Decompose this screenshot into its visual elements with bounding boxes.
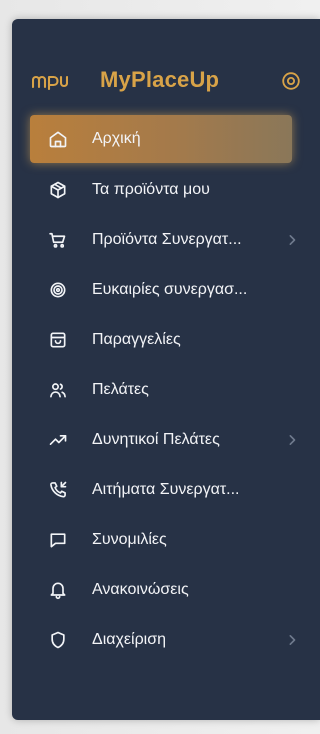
box-icon xyxy=(48,180,68,200)
orders-icon xyxy=(48,330,68,350)
chevron-right-icon[interactable] xyxy=(282,430,302,450)
sidebar-item-label: Συνομιλίες xyxy=(92,531,167,548)
sidebar-item-label: Πελάτες xyxy=(92,381,149,398)
sidebar-item-label: Τα προϊόντα μου xyxy=(92,181,210,198)
sidebar-item-leads[interactable]: Δυνητικοί Πελάτες xyxy=(12,415,320,465)
users-icon xyxy=(48,380,68,400)
phone-incoming-icon xyxy=(48,480,68,500)
bell-icon xyxy=(48,580,68,600)
sidebar-item-orders[interactable]: Παραγγελίες xyxy=(12,315,320,365)
sidebar-item-home[interactable]: Αρχική xyxy=(30,115,292,163)
sidebar-item-partnership-opportunities[interactable]: Ευκαιρίες συνεργασ... xyxy=(12,265,320,315)
shopping-cart-icon xyxy=(48,230,68,250)
sidebar-item-announcements[interactable]: Ανακοινώσεις xyxy=(12,565,320,615)
sidebar-item-partner-requests[interactable]: Αιτήματα Συνεργατ... xyxy=(12,465,320,515)
target-icon[interactable] xyxy=(280,70,302,92)
page: MyPlaceUp Αρχική Τα προϊόντα μου Προϊόντ… xyxy=(0,0,320,734)
sidebar: MyPlaceUp Αρχική Τα προϊόντα μου Προϊόντ… xyxy=(12,19,320,720)
target-icon xyxy=(48,280,68,300)
sidebar-item-partner-products[interactable]: Προϊόντα Συνεργατ... xyxy=(12,215,320,265)
brand-logo xyxy=(32,72,68,90)
shield-icon xyxy=(48,630,68,650)
trend-up-icon xyxy=(48,430,68,450)
chat-icon xyxy=(48,530,68,550)
chevron-right-icon[interactable] xyxy=(282,630,302,650)
sidebar-item-label: Δυνητικοί Πελάτες xyxy=(92,431,220,448)
chevron-right-icon[interactable] xyxy=(282,230,302,250)
sidebar-item-my-products[interactable]: Τα προϊόντα μου xyxy=(12,165,320,215)
sidebar-item-label: Διαχείριση xyxy=(92,631,167,648)
sidebar-item-label: Ευκαιρίες συνεργασ... xyxy=(92,281,248,298)
sidebar-item-label: Προϊόντα Συνεργατ... xyxy=(92,231,242,248)
sidebar-item-label: Παραγγελίες xyxy=(92,331,181,348)
sidebar-item-customers[interactable]: Πελάτες xyxy=(12,365,320,415)
sidebar-nav: Αρχική Τα προϊόντα μου Προϊόντα Συνεργατ… xyxy=(12,115,320,665)
sidebar-item-label: Ανακοινώσεις xyxy=(92,581,189,598)
sidebar-item-label: Αρχική xyxy=(92,130,141,147)
home-icon xyxy=(48,129,68,149)
brand-title: MyPlaceUp xyxy=(100,67,220,92)
sidebar-item-conversations[interactable]: Συνομιλίες xyxy=(12,515,320,565)
sidebar-item-administration[interactable]: Διαχείριση xyxy=(12,615,320,665)
sidebar-item-label: Αιτήματα Συνεργατ... xyxy=(92,481,240,498)
sidebar-brand: MyPlaceUp xyxy=(12,59,320,103)
